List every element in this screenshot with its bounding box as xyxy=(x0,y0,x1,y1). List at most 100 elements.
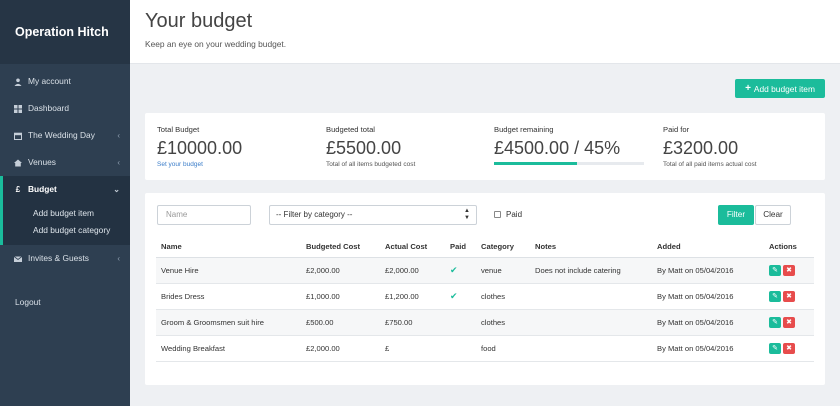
sidebar-item-label: Invites & Guests xyxy=(28,253,89,263)
stat-paid-for: Paid for £3200.00 Total of all paid item… xyxy=(663,125,823,168)
column-header[interactable]: Paid xyxy=(445,237,476,258)
logout-link[interactable]: Logout xyxy=(15,297,41,307)
item-added: By Matt on 05/04/2016 xyxy=(652,283,764,310)
edit-icon[interactable]: ✎ xyxy=(769,342,781,354)
stat-note: Total of all paid items actual cost xyxy=(663,161,757,168)
budget-submenu: Add budget item Add budget category xyxy=(0,203,130,245)
item-budgeted-cost: £2,000.00 xyxy=(301,335,380,362)
dashboard-icon xyxy=(14,104,22,113)
stat-label: Paid for xyxy=(663,125,690,134)
delete-icon[interactable]: ✖ xyxy=(783,342,795,354)
sidebar-item-my-account[interactable]: My account xyxy=(0,68,130,95)
item-actions: ✎ ✖ xyxy=(764,283,814,310)
delete-icon[interactable]: ✖ xyxy=(783,316,795,328)
filter-button[interactable]: Filter xyxy=(718,205,754,225)
sidebar-item-wedding-day[interactable]: The Wedding Day ‹ xyxy=(0,122,130,149)
envelope-icon xyxy=(14,255,22,263)
item-actions: ✎ ✖ xyxy=(764,335,814,362)
edit-icon[interactable]: ✎ xyxy=(769,264,781,276)
item-category: clothes xyxy=(476,309,530,336)
sidebar-item-budget[interactable]: £ Budget ⌄ xyxy=(0,176,130,203)
item-category: venue xyxy=(476,257,530,284)
table-header-row: Name Budgeted Cost Actual Cost Paid Cate… xyxy=(156,237,814,258)
name-filter-input[interactable]: Name xyxy=(157,205,251,225)
table-row: Groom & Groomsmen suit hire £500.00 £750… xyxy=(156,309,814,336)
budget-summary: Total Budget £10000.00 Set your budget B… xyxy=(145,113,825,180)
pound-icon: £ xyxy=(15,185,21,194)
budget-table: Name Budgeted Cost Actual Cost Paid Cate… xyxy=(156,237,814,362)
item-actual-cost: £ xyxy=(380,335,445,362)
item-actual-cost: £750.00 xyxy=(380,309,445,336)
item-notes xyxy=(530,283,652,310)
category-filter-select[interactable]: -- Filter by category -- ▲ ▼ xyxy=(269,205,477,225)
stat-note: Total of all items budgeted cost xyxy=(326,161,416,168)
stat-value: £3200.00 xyxy=(663,138,739,158)
item-paid: ✔ xyxy=(445,257,476,284)
submenu-add-budget-category[interactable]: Add budget category xyxy=(3,222,130,239)
budget-progress-bar xyxy=(494,162,644,165)
home-icon xyxy=(14,159,22,167)
plus-icon: + xyxy=(745,83,751,94)
page-header: Your budget Keep an eye on your wedding … xyxy=(130,0,840,64)
column-header[interactable]: Category xyxy=(476,237,530,258)
budget-progress-fill xyxy=(494,162,577,165)
item-budgeted-cost: £2,000.00 xyxy=(301,257,380,284)
clear-button[interactable]: Clear xyxy=(755,205,791,225)
item-added: By Matt on 05/04/2016 xyxy=(652,257,764,284)
item-category: clothes xyxy=(476,283,530,310)
table-row: Venue Hire £2,000.00 £2,000.00 ✔ venue D… xyxy=(156,257,814,284)
check-icon: ✔ xyxy=(450,290,458,301)
stat-value: £10000.00 xyxy=(157,138,243,158)
item-name: Wedding Breakfast xyxy=(156,335,301,362)
item-notes xyxy=(530,335,652,362)
submenu-add-budget-item[interactable]: Add budget item xyxy=(3,205,130,222)
item-budgeted-cost: £500.00 xyxy=(301,309,380,336)
stat-total-budget: Total Budget £10000.00 Set your budget xyxy=(157,125,317,168)
item-budgeted-cost: £1,000.00 xyxy=(301,283,380,310)
brand-title[interactable]: Operation Hitch xyxy=(0,0,130,64)
item-category: food xyxy=(476,335,530,362)
column-header[interactable]: Actual Cost xyxy=(380,237,445,258)
item-name: Groom & Groomsmen suit hire xyxy=(156,309,301,336)
sidebar-nav: My account Dashboard The Wedding Day ‹ V… xyxy=(0,64,130,272)
chevron-down-icon: ⌄ xyxy=(113,185,120,194)
item-actions: ✎ ✖ xyxy=(764,257,814,284)
chevron-left-icon: ‹ xyxy=(117,158,120,167)
user-icon xyxy=(14,78,22,86)
sidebar-item-venues[interactable]: Venues ‹ xyxy=(0,149,130,176)
item-notes: Does not include catering xyxy=(530,257,652,284)
category-select-value: -- Filter by category -- xyxy=(276,210,353,219)
column-header[interactable]: Added xyxy=(652,237,764,258)
item-actual-cost: £1,200.00 xyxy=(380,283,445,310)
sidebar-item-label: My account xyxy=(28,76,71,86)
stat-value: £4500.00 / 45% xyxy=(494,138,621,158)
item-paid: ✔ xyxy=(445,283,476,310)
table-row: Wedding Breakfast £2,000.00 £ food By Ma… xyxy=(156,335,814,362)
paid-checkbox[interactable] xyxy=(494,211,501,218)
column-header[interactable]: Name xyxy=(156,237,301,258)
column-header[interactable]: Budgeted Cost xyxy=(301,237,380,258)
sidebar-item-label: Budget xyxy=(28,184,57,194)
check-icon: ✔ xyxy=(450,264,458,275)
stat-value: £5500.00 xyxy=(326,138,402,158)
delete-icon[interactable]: ✖ xyxy=(783,290,795,302)
item-notes xyxy=(530,309,652,336)
set-budget-link[interactable]: Set your budget xyxy=(157,161,317,168)
edit-icon[interactable]: ✎ xyxy=(769,290,781,302)
delete-icon[interactable]: ✖ xyxy=(783,264,795,276)
sidebar-item-dashboard[interactable]: Dashboard xyxy=(0,95,130,122)
select-arrows-icon: ▲ ▼ xyxy=(464,208,470,221)
budget-items-panel: Name -- Filter by category -- ▲ ▼ Paid Fi… xyxy=(145,193,825,385)
sidebar-item-invites-guests[interactable]: Invites & Guests ‹ xyxy=(0,245,130,272)
item-actual-cost: £2,000.00 xyxy=(380,257,445,284)
add-budget-item-label: Add budget item xyxy=(753,83,815,94)
page-subtitle: Keep an eye on your wedding budget. xyxy=(145,39,287,49)
sidebar-item-label: The Wedding Day xyxy=(28,130,95,140)
add-budget-item-button[interactable]: + Add budget item xyxy=(735,79,825,98)
stat-label: Budgeted total xyxy=(326,125,375,134)
item-name: Venue Hire xyxy=(156,257,301,284)
edit-icon[interactable]: ✎ xyxy=(769,316,781,328)
stat-label: Budget remaining xyxy=(494,125,554,134)
item-added: By Matt on 05/04/2016 xyxy=(652,309,764,336)
column-header[interactable]: Notes xyxy=(530,237,652,258)
